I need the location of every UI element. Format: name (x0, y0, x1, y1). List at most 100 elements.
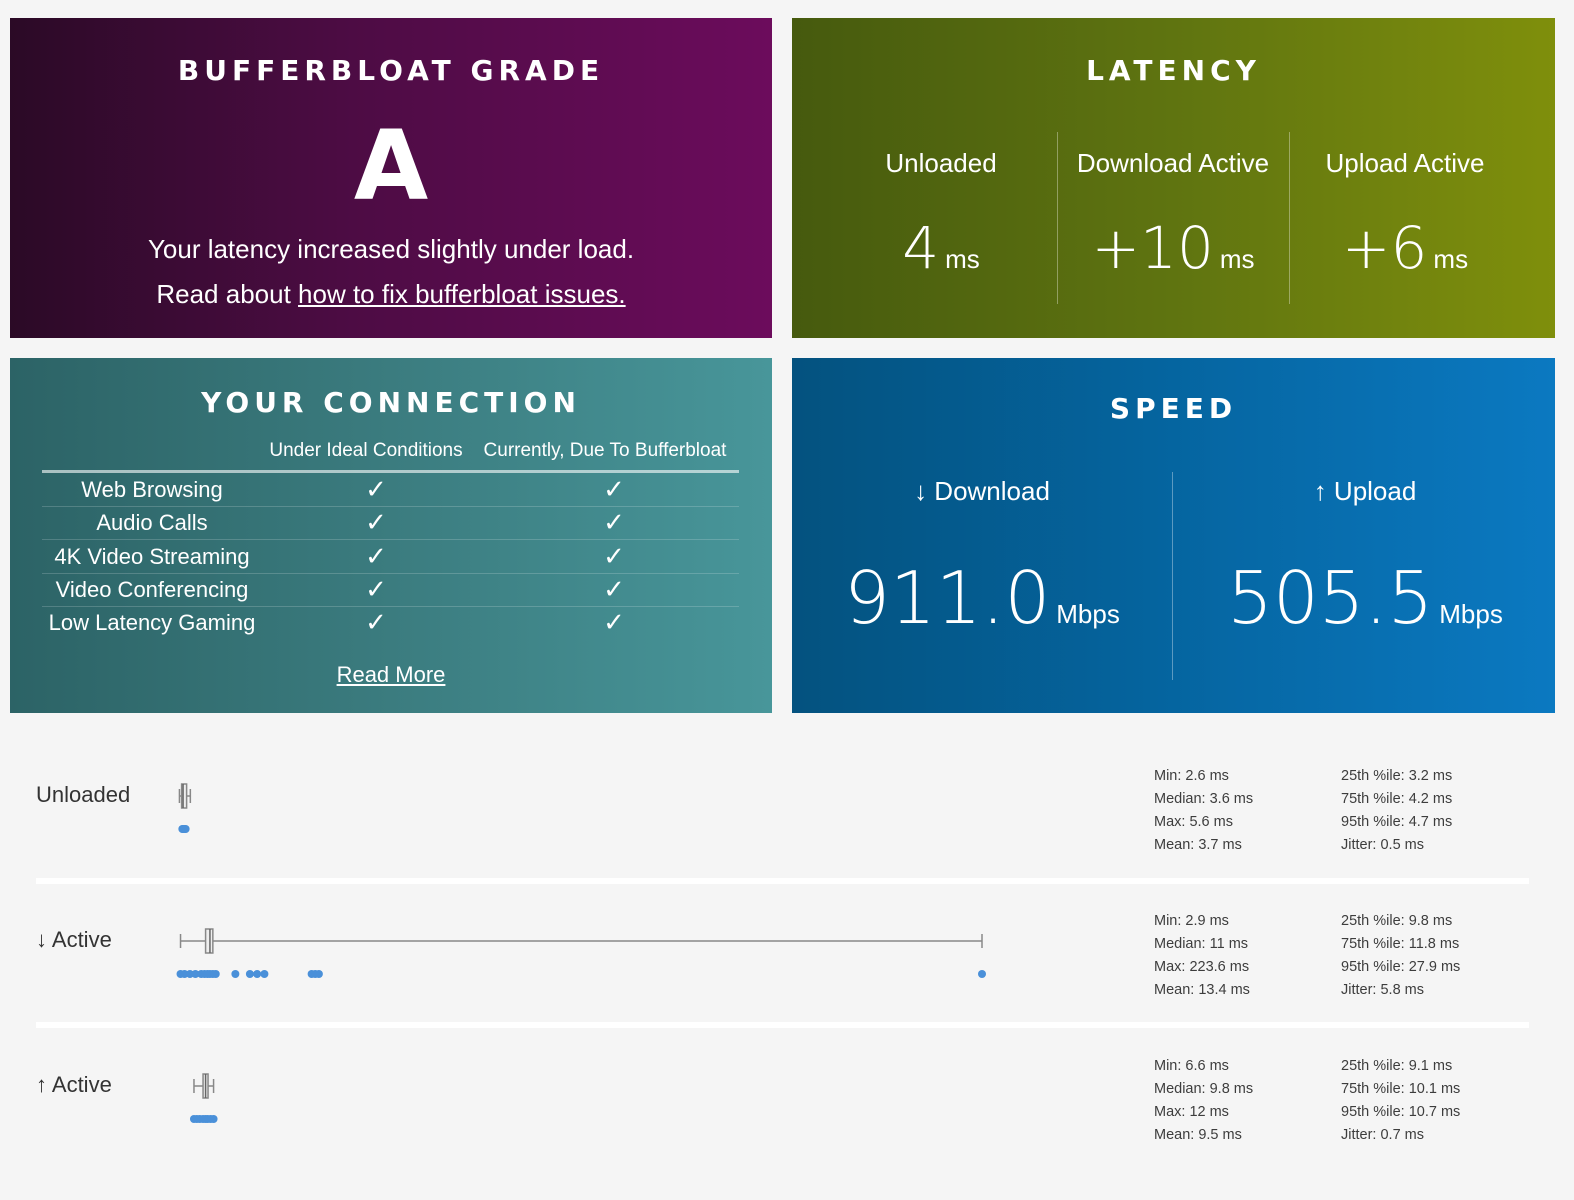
check-icon: ✓ (365, 608, 387, 639)
check-icon: ✓ (603, 574, 625, 605)
detail-row-label: ↓ Active (36, 927, 112, 952)
header-divider (42, 470, 739, 473)
check-icon: ✓ (365, 508, 387, 539)
stat-line: Mean: 13.4 ms (1154, 982, 1250, 998)
sample-point (253, 970, 262, 978)
connection-row: Web Browsing ✓ ✓ (42, 474, 739, 507)
check-icon: ✓ (365, 475, 387, 505)
row-separator (36, 1022, 1529, 1028)
grade-title: BUFFERBLOAT GRADE (177, 54, 605, 87)
stat-line: 75th %ile: 10.1 ms (1341, 1081, 1461, 1097)
connection-row: Video Conferencing ✓ ✓ (42, 574, 739, 607)
stat-line: Jitter: 5.8 ms (1341, 982, 1424, 998)
grade-letter: A (353, 110, 429, 222)
sample-point (978, 970, 986, 978)
stat-line: Max: 223.6 ms (1154, 959, 1250, 975)
check-icon: ✓ (603, 608, 625, 639)
connection-row: Low Latency Gaming ✓ ✓ (42, 607, 739, 640)
latency-upload: Upload Active +6 ms (1289, 130, 1521, 322)
stats-right: 25th %ile: 9.8 ms 75th %ile: 11.8 ms 95th … (1341, 910, 1460, 1002)
connection-row-label: Audio Calls (96, 510, 208, 536)
check-icon: ✓ (365, 574, 387, 605)
stat-line: 75th %ile: 4.2 ms (1341, 791, 1453, 807)
check-icon: ✓ (603, 541, 625, 572)
latency-panel: LATENCY Unloaded 4 ms Download Active +10… (792, 18, 1555, 338)
sample-point (231, 970, 240, 978)
stat-line: Median: 9.8 ms (1154, 1081, 1254, 1097)
stat-line: Max: 12 ms (1154, 1104, 1229, 1120)
stat-line: Median: 11 ms (1154, 936, 1249, 952)
latency-box-plot (189, 1073, 218, 1123)
detail-row-label: Unloaded (36, 782, 131, 807)
stat-line: Min: 2.6 ms (1154, 768, 1229, 784)
latency-unloaded-label: Unloaded (885, 148, 997, 178)
stat-line: Min: 2.9 ms (1154, 913, 1229, 929)
latency-detail-row: ↑ Active Min: 6.6 ms Median: 9.8 ms Max: 12… (36, 1042, 1529, 1170)
latency-upload-value: +6 ms (1289, 214, 1521, 282)
stat-line: 95th %ile: 10.7 ms (1341, 1104, 1461, 1120)
stats-left: Min: 2.6 ms Median: 3.6 ms Max: 5.6 ms Mean… (1154, 765, 1253, 857)
connection-row-label: Video Conferencing (55, 576, 249, 602)
speed-divider (1172, 472, 1173, 680)
stat-line: Min: 6.6 ms (1154, 1058, 1229, 1074)
latency-download-number: +10 (1091, 214, 1214, 282)
fix-bufferbloat-link[interactable]: how to fix bufferbloat issues. (298, 279, 626, 309)
check-icon: ✓ (603, 475, 625, 505)
stats-left: Min: 2.9 ms Median: 11 ms Max: 223.6 ms Mea… (1154, 910, 1250, 1002)
read-more-link[interactable]: Read More (10, 662, 772, 688)
latency-unloaded-value: 4 ms (825, 214, 1057, 282)
speed-download-value: 911.0 Mbps (792, 556, 1172, 640)
connection-row-label: Web Browsing (81, 477, 223, 502)
col-header-ideal: Under Ideal Conditions (269, 440, 463, 461)
latency-box-plot (176, 928, 986, 978)
connection-title: YOUR CONNECTION (201, 386, 581, 419)
stats-right: 25th %ile: 9.1 ms 75th %ile: 10.1 ms 95th … (1341, 1055, 1460, 1147)
speed-download-label: ↓ Download (914, 476, 1050, 506)
sample-point (209, 1115, 218, 1123)
latency-upload-label: Upload Active (1325, 148, 1485, 178)
latency-unloaded-unit: ms (945, 244, 980, 274)
latency-title: LATENCY (1086, 54, 1261, 87)
latency-download-value: +10 ms (1057, 214, 1289, 282)
stat-line: Jitter: 0.5 ms (1341, 837, 1424, 853)
speed-title: SPEED (1109, 392, 1238, 425)
stat-line: Mean: 3.7 ms (1154, 837, 1242, 853)
stat-line: Median: 3.6 ms (1154, 791, 1254, 807)
speed-download-number: 911.0 (844, 556, 1051, 640)
stats-right: 25th %ile: 3.2 ms 75th %ile: 4.2 ms 95th %… (1341, 765, 1452, 857)
latency-download-label: Download Active (1076, 148, 1270, 178)
check-icon: ✓ (365, 541, 387, 572)
grade-description: Your latency increased slightly under lo… (147, 234, 635, 264)
sample-point (211, 970, 220, 978)
speed-download-unit: Mbps (1056, 599, 1120, 629)
latency-download-unit: ms (1219, 244, 1255, 274)
your-connection-panel: YOUR CONNECTION Under Ideal Conditions C… (10, 358, 772, 713)
latency-detail-row: ↓ Active Min: 2.9 ms Median: 11 ms Max: 223… (36, 897, 1529, 1025)
sample-point (314, 970, 323, 978)
stat-line: 25th %ile: 3.2 ms (1341, 768, 1453, 784)
stat-line: 95th %ile: 4.7 ms (1341, 814, 1453, 830)
connection-row: 4K Video Streaming ✓ ✓ (42, 541, 739, 574)
stat-line: Jitter: 0.7 ms (1341, 1127, 1424, 1143)
grade-read-about: Read about how to fix bufferbloat issues… (10, 279, 772, 310)
sample-point (181, 825, 190, 833)
speed-upload-unit: Mbps (1439, 599, 1503, 629)
stats-left: Min: 6.6 ms Median: 9.8 ms Max: 12 ms Mean:… (1154, 1055, 1253, 1147)
sample-point (245, 970, 254, 978)
stat-line: 25th %ile: 9.1 ms (1341, 1058, 1453, 1074)
latency-unloaded-number: 4 (902, 214, 940, 282)
stat-line: 75th %ile: 11.8 ms (1341, 936, 1460, 952)
bufferbloat-grade-panel: BUFFERBLOAT GRADE A Your latency increas… (10, 18, 772, 338)
connection-row-label: Low Latency Gaming (48, 610, 256, 636)
speed-panel: SPEED ↓ Download 911.0 Mbps ↑ Upload 505.… (792, 358, 1555, 713)
col-header-current: Currently, Due To Bufferbloat (483, 440, 727, 461)
latency-download: Download Active +10 ms (1057, 130, 1289, 322)
latency-unloaded: Unloaded 4 ms (825, 130, 1057, 322)
stat-line: 25th %ile: 9.8 ms (1341, 913, 1453, 929)
connection-row: Audio Calls ✓ ✓ (42, 507, 739, 541)
detail-row-label: ↑ Active (36, 1072, 112, 1097)
speed-upload-label: ↑ Upload (1313, 476, 1417, 506)
stat-line: Max: 5.6 ms (1154, 814, 1233, 830)
stat-line: Mean: 9.5 ms (1154, 1127, 1242, 1143)
check-icon: ✓ (603, 508, 625, 539)
